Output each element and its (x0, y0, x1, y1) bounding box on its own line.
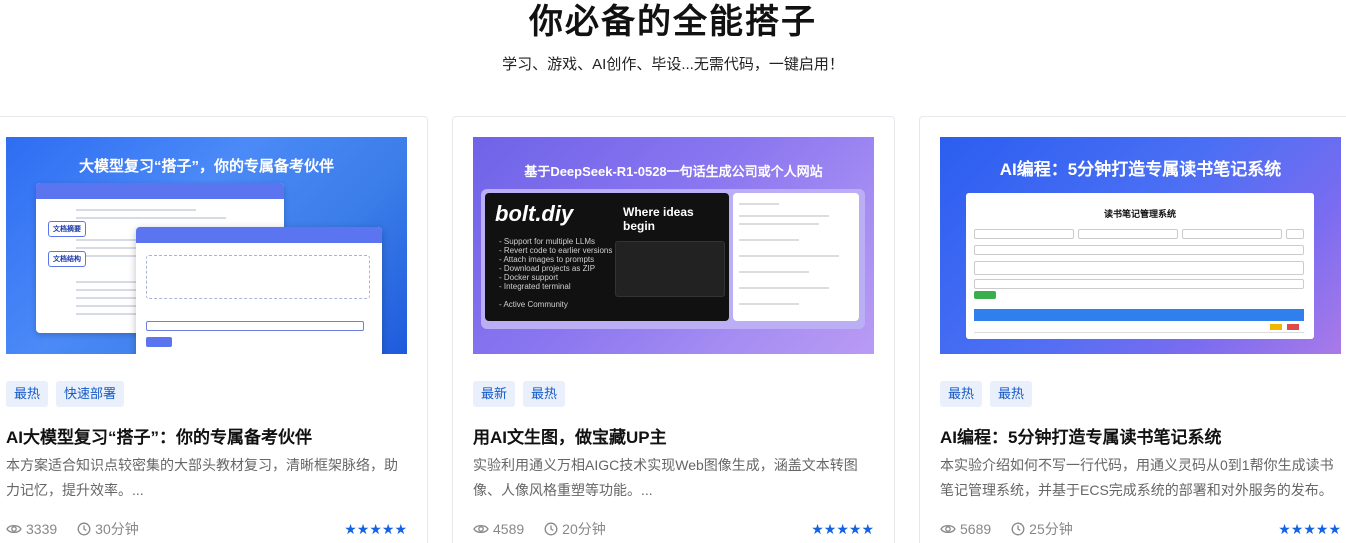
thumbnail-panel-title: 读书笔记管理系统 (1103, 209, 1176, 219)
tag-list: 最热 快速部署 (6, 381, 125, 407)
view-count: 5689 (960, 521, 992, 537)
duration-value: 25分钟 (1029, 521, 1073, 537)
page-subtitle: 学习、游戏、AI创作、毕设...无需代码，一键启用！ (502, 56, 844, 73)
card-title[interactable]: 用AI文生图，做宝藏UP主 (473, 423, 883, 448)
tag[interactable]: 最热 (523, 381, 566, 407)
card-title[interactable]: AI编程：5分钟打造专属读书笔记系统 (940, 423, 1346, 448)
clock-icon (544, 522, 558, 536)
tag[interactable]: 最热 (990, 381, 1033, 407)
views: 4589 (473, 521, 524, 537)
card-description: 本实验介绍如何不写一行代码，用通义灵码从0到1帮你生成读书笔记管理系统，并基于E… (940, 457, 1334, 498)
solution-card[interactable]: AI编程：5分钟打造专属读书笔记系统 读书笔记管理系统 最热 最热 AI编程：5… (919, 116, 1346, 543)
duration: 25分钟 (1011, 519, 1073, 539)
star-rating: ★★★★★ (344, 520, 407, 537)
clock-icon (1011, 522, 1025, 536)
tag-list: 最新 最热 (473, 381, 566, 407)
tag-list: 最热 最热 (940, 381, 1033, 407)
eye-icon (940, 524, 956, 534)
doc-summary-label: 文档摘要 (48, 221, 86, 237)
thumbnail-logo: bolt.diy (495, 201, 574, 226)
card-thumbnail[interactable]: 基于DeepSeek-R1-0528一句话生成公司或个人网站 bolt.diy … (473, 137, 874, 354)
card-thumbnail[interactable]: AI编程：5分钟打造专属读书笔记系统 读书笔记管理系统 (940, 137, 1341, 354)
star-rating: ★★★★★ (1278, 520, 1341, 537)
thumbnail-caption: AI编程：5分钟打造专属读书笔记系统 (999, 160, 1282, 179)
solution-card[interactable]: 大模型复习“搭子”，你的专属备考伙伴 文档摘要 文档结构 最热 快速部署 AI大… (0, 116, 428, 543)
card-description: 本方案适合知识点较密集的大部头教材复习，清晰框架脉络，助力记忆，提升效率。... (6, 457, 398, 498)
solution-card[interactable]: 基于DeepSeek-R1-0528一句话生成公司或个人网站 bolt.diy … (452, 116, 895, 543)
thumbnail-app-window: bolt.diy Where ideas begin - Support for… (485, 193, 729, 321)
thumbnail-upload-window (136, 227, 382, 354)
thumbnail-caption: 大模型复习“搭子”，你的专属备考伙伴 (78, 158, 334, 175)
tag[interactable]: 快速部署 (56, 381, 125, 407)
thumbnail-tagline: Where ideas begin (623, 205, 694, 233)
view-count: 3339 (26, 521, 58, 537)
eye-icon (6, 524, 22, 534)
thumbnail-app-panel: 读书笔记管理系统 (966, 193, 1314, 339)
card-thumbnail[interactable]: 大模型复习“搭子”，你的专属备考伙伴 文档摘要 文档结构 (6, 137, 407, 354)
page-title: 你必备的全能搭子 (529, 3, 817, 41)
tag[interactable]: 最新 (473, 381, 516, 407)
card-description: 实验利用通义万相AIGC技术实现Web图像生成，涵盖文本转图像、人像风格重塑等功… (473, 457, 858, 498)
card-meta: 3339 30分钟 ★★★★★ (6, 519, 407, 539)
star-rating: ★★★★★ (811, 520, 874, 537)
duration-value: 20分钟 (562, 521, 606, 537)
card-meta: 5689 25分钟 ★★★★★ (940, 519, 1341, 539)
duration-value: 30分钟 (95, 521, 139, 537)
view-count: 4589 (493, 521, 525, 537)
card-title[interactable]: AI大模型复习“搭子”：你的专属备考伙伴 (6, 423, 416, 448)
eye-icon (473, 524, 489, 534)
tag[interactable]: 最热 (6, 381, 49, 407)
thumbnail-side-panel (733, 193, 859, 321)
thumbnail-feature-list: - Support for multiple LLMs - Revert cod… (499, 237, 613, 309)
clock-icon (77, 522, 91, 536)
views: 3339 (6, 521, 57, 537)
card-meta: 4589 20分钟 ★★★★★ (473, 519, 874, 539)
duration: 20分钟 (544, 519, 606, 539)
views: 5689 (940, 521, 991, 537)
duration: 30分钟 (77, 519, 139, 539)
doc-structure-label: 文档结构 (48, 251, 86, 267)
thumbnail-caption: 基于DeepSeek-R1-0528一句话生成公司或个人网站 (524, 164, 823, 179)
tag[interactable]: 最热 (940, 381, 983, 407)
